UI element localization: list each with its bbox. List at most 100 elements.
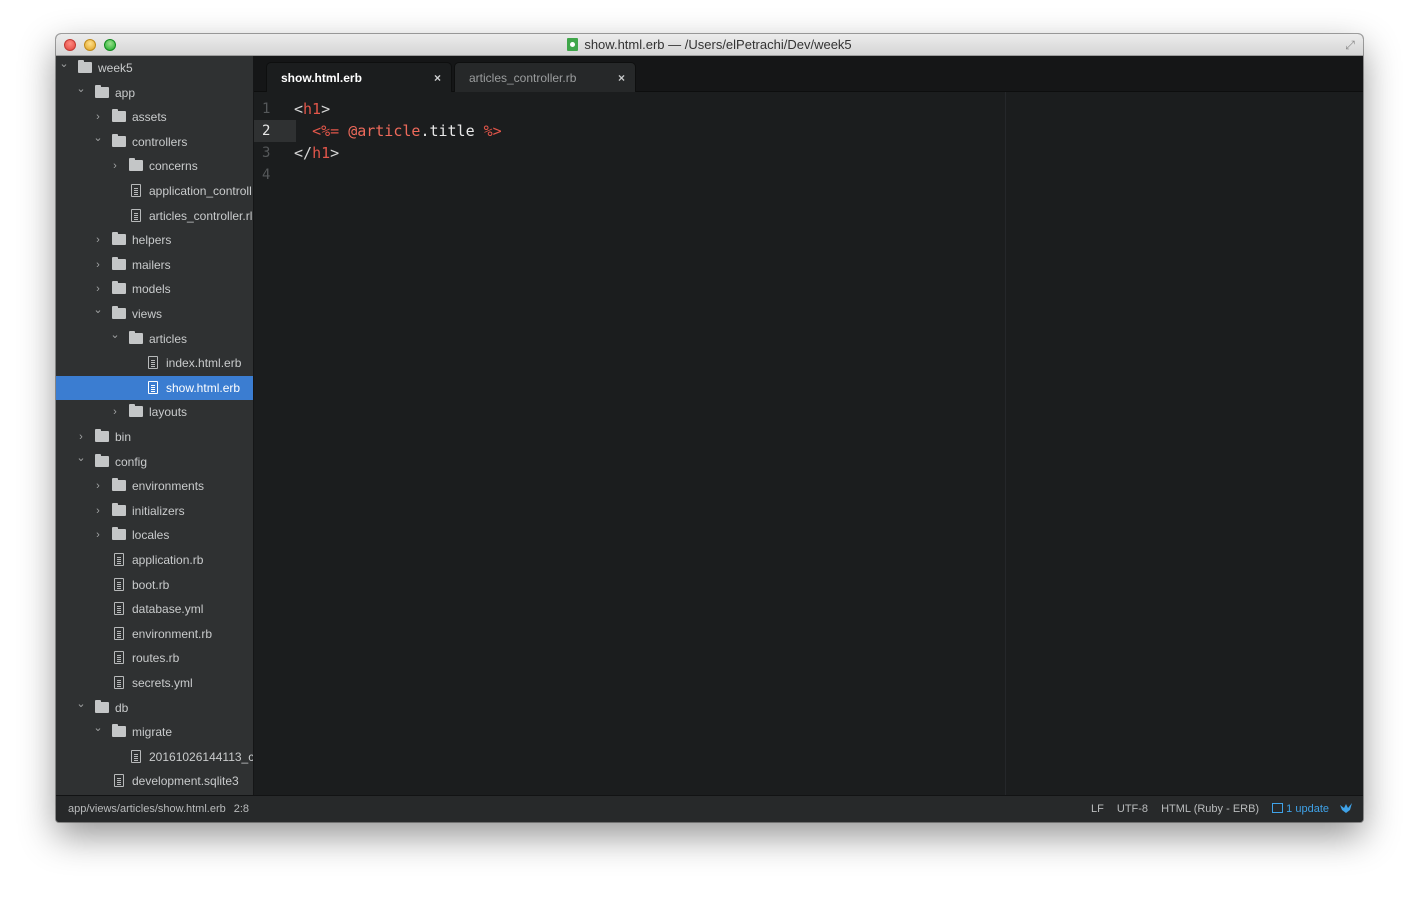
tree-item-controllers[interactable]: ⌄ controllers bbox=[56, 130, 253, 154]
code-line[interactable]: 2 <%= @article.title %> bbox=[254, 120, 1363, 142]
tree-item-articles-controller-rl[interactable]: articles_controller.rl bbox=[56, 204, 253, 228]
tree-item-helpers[interactable]: › helpers bbox=[56, 228, 253, 252]
tree-item-label: index.html.erb bbox=[166, 356, 242, 370]
tab-show-html-erb[interactable]: show.html.erb × bbox=[266, 62, 452, 92]
tree-item-index-html-erb[interactable]: index.html.erb bbox=[56, 351, 253, 375]
tree-item-initializers[interactable]: › initializers bbox=[56, 499, 253, 523]
tab-articles-controller[interactable]: articles_controller.rb × bbox=[454, 62, 636, 92]
tree-item-label: assets bbox=[132, 110, 167, 124]
fullscreen-icon[interactable]: ⤢ bbox=[1343, 38, 1357, 52]
chevron-down-icon[interactable]: ⌄ bbox=[93, 126, 103, 150]
package-icon bbox=[1272, 803, 1284, 813]
chevron-right-icon[interactable]: › bbox=[110, 154, 120, 178]
tree-item-label: show.html.erb bbox=[166, 381, 241, 395]
tree-item-application-rb[interactable]: application.rb bbox=[56, 548, 253, 572]
chevron-right-icon[interactable]: › bbox=[110, 400, 120, 424]
code-line[interactable]: 3 </h1> bbox=[254, 142, 1363, 164]
line-ending[interactable]: LF bbox=[1091, 803, 1104, 815]
cursor-position[interactable]: 2:8 bbox=[234, 803, 249, 815]
tree-item-label: environment.rb bbox=[132, 627, 213, 641]
tree-item-20161026144113-c[interactable]: 20161026144113_c bbox=[56, 745, 253, 769]
tree-item-label: articles bbox=[149, 332, 188, 346]
chevron-right-icon[interactable]: › bbox=[93, 523, 103, 547]
tree-item-boot-rb[interactable]: boot.rb bbox=[56, 573, 253, 597]
line-number: 3 bbox=[262, 145, 271, 161]
tree-item-environments[interactable]: › environments bbox=[56, 474, 253, 498]
chevron-down-icon[interactable]: ⌄ bbox=[110, 323, 120, 347]
tree-item-migrate[interactable]: ⌄ migrate bbox=[56, 720, 253, 744]
tree-item-db[interactable]: ⌄ db bbox=[56, 696, 253, 720]
code-editor[interactable]: 1 <h1> 2 <%= @article.title %> 3 </h1> 4 bbox=[254, 92, 1363, 795]
tab-label: articles_controller.rb bbox=[469, 71, 577, 85]
folder-icon bbox=[112, 503, 126, 516]
tree-item-label: controllers bbox=[132, 135, 188, 149]
folder-icon bbox=[112, 478, 126, 491]
tree-item-views[interactable]: ⌄ views bbox=[56, 302, 253, 326]
code-line[interactable]: 1 <h1> bbox=[254, 98, 1363, 120]
folder-icon bbox=[112, 281, 126, 294]
window-title-text: show.html.erb — /Users/elPetrachi/Dev/we… bbox=[584, 37, 852, 52]
code-line[interactable]: 4 bbox=[254, 164, 1363, 186]
tree-item-show-html-erb[interactable]: show.html.erb bbox=[56, 376, 253, 400]
chevron-down-icon[interactable]: ⌄ bbox=[59, 56, 69, 76]
grammar-selector[interactable]: HTML (Ruby - ERB) bbox=[1161, 803, 1259, 815]
chevron-right-icon[interactable]: › bbox=[93, 474, 103, 498]
tree-item-environment-rb[interactable]: environment.rb bbox=[56, 622, 253, 646]
tree-item-label: bin bbox=[115, 430, 132, 444]
chevron-down-icon[interactable]: ⌄ bbox=[93, 298, 103, 322]
close-tab-icon[interactable]: × bbox=[434, 63, 441, 93]
chevron-down-icon[interactable]: ⌄ bbox=[93, 716, 103, 740]
chevron-down-icon[interactable]: ⌄ bbox=[76, 77, 86, 101]
file-icon bbox=[114, 578, 124, 591]
file-path[interactable]: app/views/articles/show.html.erb bbox=[68, 803, 226, 815]
close-tab-icon[interactable]: × bbox=[618, 63, 625, 93]
folder-icon bbox=[112, 134, 126, 147]
tree-item-database-yml[interactable]: database.yml bbox=[56, 597, 253, 621]
tree-item-label: migrate bbox=[132, 725, 173, 739]
chevron-right-icon[interactable]: › bbox=[93, 499, 103, 523]
chevron-down-icon[interactable]: ⌄ bbox=[76, 446, 86, 470]
line-number: 4 bbox=[262, 167, 271, 183]
file-icon bbox=[114, 553, 124, 566]
chevron-right-icon[interactable]: › bbox=[93, 253, 103, 277]
tree-item-label: db bbox=[115, 701, 129, 715]
minimize-window-button[interactable] bbox=[84, 39, 96, 51]
feedback-bird-icon[interactable] bbox=[1339, 802, 1353, 814]
tree-item-locales[interactable]: › locales bbox=[56, 523, 253, 547]
tree-item-concerns[interactable]: › concerns bbox=[56, 154, 253, 178]
code-token: .title bbox=[420, 122, 475, 140]
file-encoding[interactable]: UTF-8 bbox=[1117, 803, 1148, 815]
tree-item-assets[interactable]: › assets bbox=[56, 105, 253, 129]
tab-label: show.html.erb bbox=[281, 71, 362, 85]
folder-icon bbox=[129, 158, 143, 171]
tree-item-label: 20161026144113_c bbox=[149, 750, 254, 764]
code-token: h1 bbox=[312, 144, 331, 162]
chevron-down-icon[interactable]: ⌄ bbox=[76, 692, 86, 716]
zoom-window-button[interactable] bbox=[104, 39, 116, 51]
folder-icon bbox=[95, 429, 109, 442]
package-updates[interactable]: 1 update bbox=[1272, 803, 1329, 815]
tree-item-label: mailers bbox=[132, 258, 171, 272]
folder-icon bbox=[129, 331, 143, 344]
tree-item-layouts[interactable]: › layouts bbox=[56, 400, 253, 424]
tree-item-application-controll[interactable]: application_controll bbox=[56, 179, 253, 203]
tree-item-articles[interactable]: ⌄ articles bbox=[56, 327, 253, 351]
tree-item-app[interactable]: ⌄ app bbox=[56, 81, 253, 105]
tree-item-config[interactable]: ⌄ config bbox=[56, 450, 253, 474]
code-token: </ bbox=[294, 144, 313, 162]
folder-icon bbox=[95, 700, 109, 713]
tree-item-models[interactable]: › models bbox=[56, 277, 253, 301]
tree-item-mailers[interactable]: › mailers bbox=[56, 253, 253, 277]
file-icon bbox=[114, 651, 124, 664]
tree-item-label: config bbox=[115, 455, 148, 469]
tree-item-routes-rb[interactable]: routes.rb bbox=[56, 646, 253, 670]
chevron-right-icon[interactable]: › bbox=[93, 228, 103, 252]
close-window-button[interactable] bbox=[64, 39, 76, 51]
tree-item-label: locales bbox=[132, 528, 170, 542]
folder-icon bbox=[78, 60, 92, 73]
file-icon bbox=[114, 602, 124, 615]
tree-item-label: initializers bbox=[132, 504, 185, 518]
tree-item-development-sqlite3[interactable]: development.sqlite3 bbox=[56, 769, 253, 793]
tree-item-label: application.rb bbox=[132, 553, 204, 567]
